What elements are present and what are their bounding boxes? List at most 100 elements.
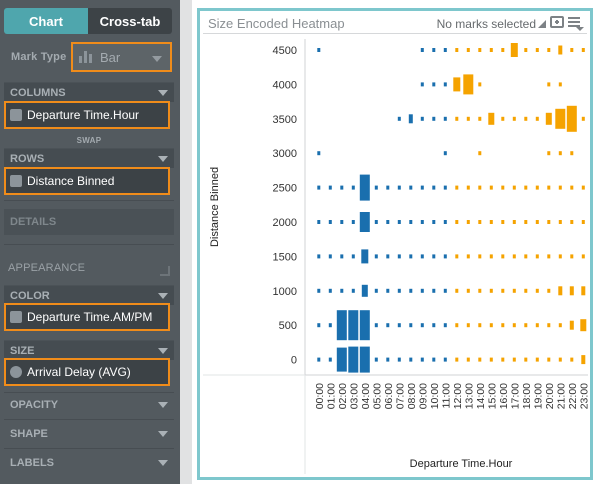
heatmap-cell <box>478 323 482 328</box>
heatmap-cell <box>443 288 447 293</box>
x-tick-label: 04:00 <box>360 383 372 409</box>
x-tick-label: 14:00 <box>475 383 487 409</box>
panel-resize-handle[interactable] <box>180 0 192 484</box>
heatmap-cell <box>443 220 447 224</box>
heatmap-cell <box>317 288 321 293</box>
heatmap-cell <box>558 220 562 224</box>
shape-header[interactable]: SHAPE <box>4 424 174 444</box>
heatmap-cell <box>409 220 413 224</box>
tab-chart[interactable]: Chart <box>4 8 88 34</box>
heatmap-cell <box>478 254 482 259</box>
heatmap-cell <box>408 114 413 124</box>
x-tick-label: 22:00 <box>567 383 579 409</box>
heatmap-cell <box>455 185 459 190</box>
heatmap-cell <box>359 346 370 373</box>
columns-pill[interactable]: Departure Time.Hour <box>4 101 170 129</box>
size-header[interactable]: SIZE <box>4 340 174 360</box>
heatmap-cell <box>359 174 370 201</box>
view-tabs: Chart Cross-tab <box>4 8 172 34</box>
heatmap-cell <box>558 82 562 87</box>
heatmap-cell <box>512 254 516 259</box>
measure-icon <box>10 366 22 378</box>
heatmap-cell <box>432 323 436 328</box>
heatmap-cell <box>489 48 493 52</box>
y-tick-label: 3500 <box>273 114 297 126</box>
size-pill-label: Arrival Delay (AVG) <box>27 365 131 379</box>
heatmap-cell <box>501 357 505 362</box>
heatmap-cell <box>558 185 562 190</box>
heatmap-cell <box>420 357 424 362</box>
heatmap-cell <box>478 185 482 190</box>
heatmap-cell <box>535 48 539 52</box>
opacity-header[interactable]: OPACITY <box>4 395 174 415</box>
rows-pill[interactable]: Distance Binned <box>4 167 170 195</box>
heatmap-cell <box>547 288 551 293</box>
x-tick-label: 23:00 <box>578 383 590 409</box>
heatmap-cell <box>478 116 482 121</box>
y-tick-label: 3000 <box>273 148 297 160</box>
tab-crosstab[interactable]: Cross-tab <box>88 8 172 34</box>
chevron-down-icon <box>158 292 168 299</box>
appearance-label: APPEARANCE <box>8 262 86 274</box>
x-tick-label: 11:00 <box>440 383 452 409</box>
heatmap-cell <box>386 220 390 224</box>
color-label: COLOR <box>10 289 50 302</box>
size-pill[interactable]: Arrival Delay (AVG) <box>4 358 170 386</box>
x-tick-label: 12:00 <box>452 383 464 409</box>
heatmap-cell <box>374 288 378 293</box>
size-label: SIZE <box>10 344 35 357</box>
heatmap-cell <box>340 288 344 293</box>
heatmap-cell <box>524 288 528 293</box>
heatmap-cell <box>374 357 378 362</box>
y-tick-label: 500 <box>279 320 297 332</box>
heatmap-cell <box>317 220 321 224</box>
heatmap-cell <box>340 220 344 224</box>
heatmap-cell <box>455 357 459 362</box>
heatmap-cell <box>386 357 390 362</box>
y-tick-label: 4500 <box>273 45 297 57</box>
heatmap-cell <box>581 220 585 224</box>
chevron-down-icon <box>158 155 168 162</box>
color-pill[interactable]: Departure Time.AM/PM <box>4 303 170 331</box>
heatmap-cell <box>524 185 528 190</box>
heatmap-cell <box>420 48 424 52</box>
resize-grip-icon <box>160 266 170 276</box>
heatmap-cell <box>443 82 447 87</box>
heatmap-cell <box>317 185 321 190</box>
heatmap-cell <box>409 254 413 259</box>
labels-header[interactable]: LABELS <box>4 453 174 473</box>
heatmap-cell <box>432 220 436 224</box>
heatmap-cell <box>328 185 332 190</box>
heatmap-cell <box>397 185 401 190</box>
mark-type-dropdown[interactable]: Bar <box>71 42 172 72</box>
rows-header[interactable]: ROWS <box>4 148 174 168</box>
heatmap-cell <box>535 254 539 259</box>
rows-label: ROWS <box>10 152 45 165</box>
heatmap-cell <box>466 323 470 328</box>
color-header[interactable]: COLOR <box>4 285 174 305</box>
color-pill-label: Departure Time.AM/PM <box>27 310 153 324</box>
y-tick-label: 2000 <box>273 217 297 229</box>
details-dropzone[interactable]: DETAILS <box>4 209 174 235</box>
swap-button[interactable]: SWAP <box>4 136 174 145</box>
x-tick-label: 09:00 <box>417 383 429 409</box>
heatmap-cell <box>524 48 528 52</box>
heatmap-cell <box>547 323 551 328</box>
heatmap-cell <box>432 82 436 87</box>
columns-header[interactable]: COLUMNS <box>4 82 174 102</box>
heatmap-cell <box>455 323 459 328</box>
heatmap-cell <box>512 357 516 362</box>
y-tick-label: 0 <box>291 355 297 367</box>
x-tick-label: 19:00 <box>532 383 544 409</box>
heatmap-cell <box>558 254 562 259</box>
chevron-down-icon <box>158 89 168 96</box>
x-tick-label: 21:00 <box>555 383 567 409</box>
heatmap-cell <box>512 288 516 293</box>
heatmap-cell <box>489 323 493 328</box>
heatmap-cell <box>409 288 413 293</box>
x-axis-title: Departure Time.Hour <box>410 458 513 470</box>
heatmap-cell <box>558 151 562 156</box>
heatmap-cell <box>478 220 482 224</box>
rows-pill-label: Distance Binned <box>27 174 115 188</box>
heatmap-cell <box>547 185 551 190</box>
